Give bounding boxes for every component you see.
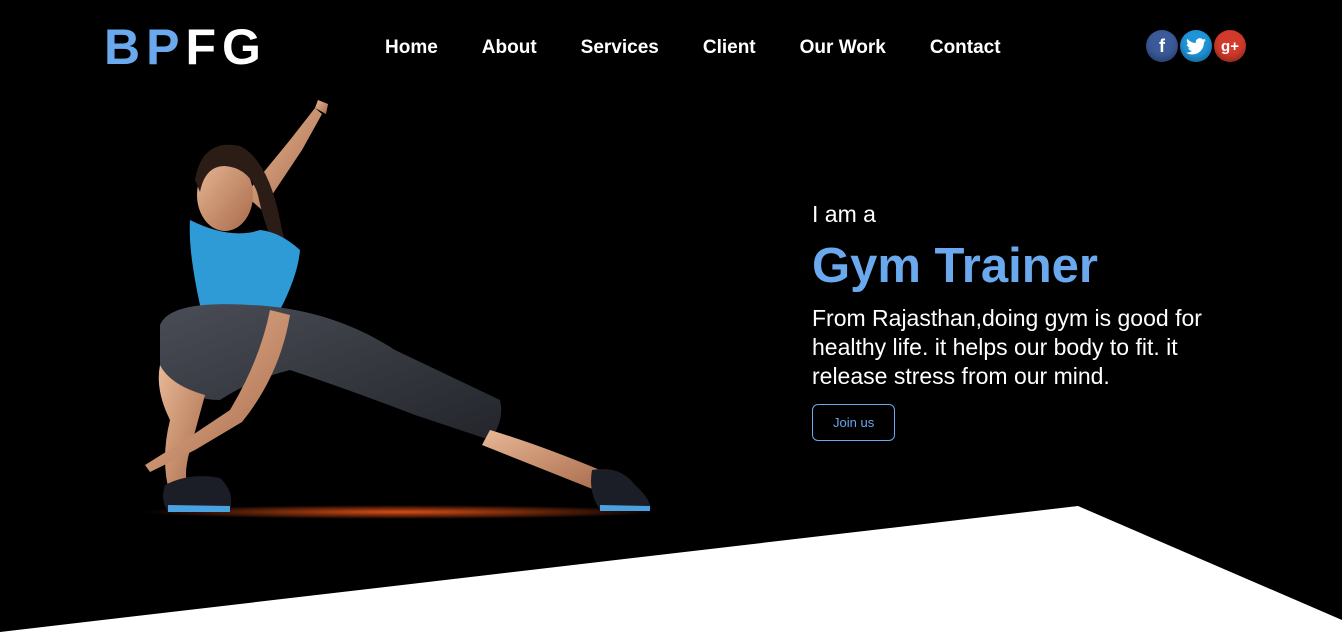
hero-description: From Rajasthan,doing gym is good for hea… xyxy=(812,305,1202,389)
logo-part-1: BP xyxy=(104,19,186,75)
trainer-image xyxy=(140,100,660,519)
social-links: f g+ xyxy=(1146,30,1248,62)
nav-services[interactable]: Services xyxy=(581,37,659,59)
twitter-bird-icon xyxy=(1186,37,1206,54)
main-nav: Home About Services Client Our Work Cont… xyxy=(385,37,1045,59)
join-us-button[interactable]: Join us xyxy=(812,404,896,441)
twitter-icon[interactable] xyxy=(1180,30,1212,62)
nav-about[interactable]: About xyxy=(482,37,537,59)
logo-part-2: FG xyxy=(185,19,267,75)
google-plus-icon[interactable]: g+ xyxy=(1214,30,1246,62)
role-title: Gym Trainer xyxy=(812,239,1098,293)
site-logo[interactable]: BPFG xyxy=(104,20,267,74)
nav-client[interactable]: Client xyxy=(703,37,756,59)
hero-intro: I am a Gym Trainer From Rajasthan,doing … xyxy=(812,200,1212,441)
nav-contact[interactable]: Contact xyxy=(930,37,1001,59)
nav-our-work[interactable]: Our Work xyxy=(800,37,886,59)
nav-home[interactable]: Home xyxy=(385,37,438,59)
facebook-icon[interactable]: f xyxy=(1146,30,1178,62)
intro-text: I am a xyxy=(812,201,876,227)
